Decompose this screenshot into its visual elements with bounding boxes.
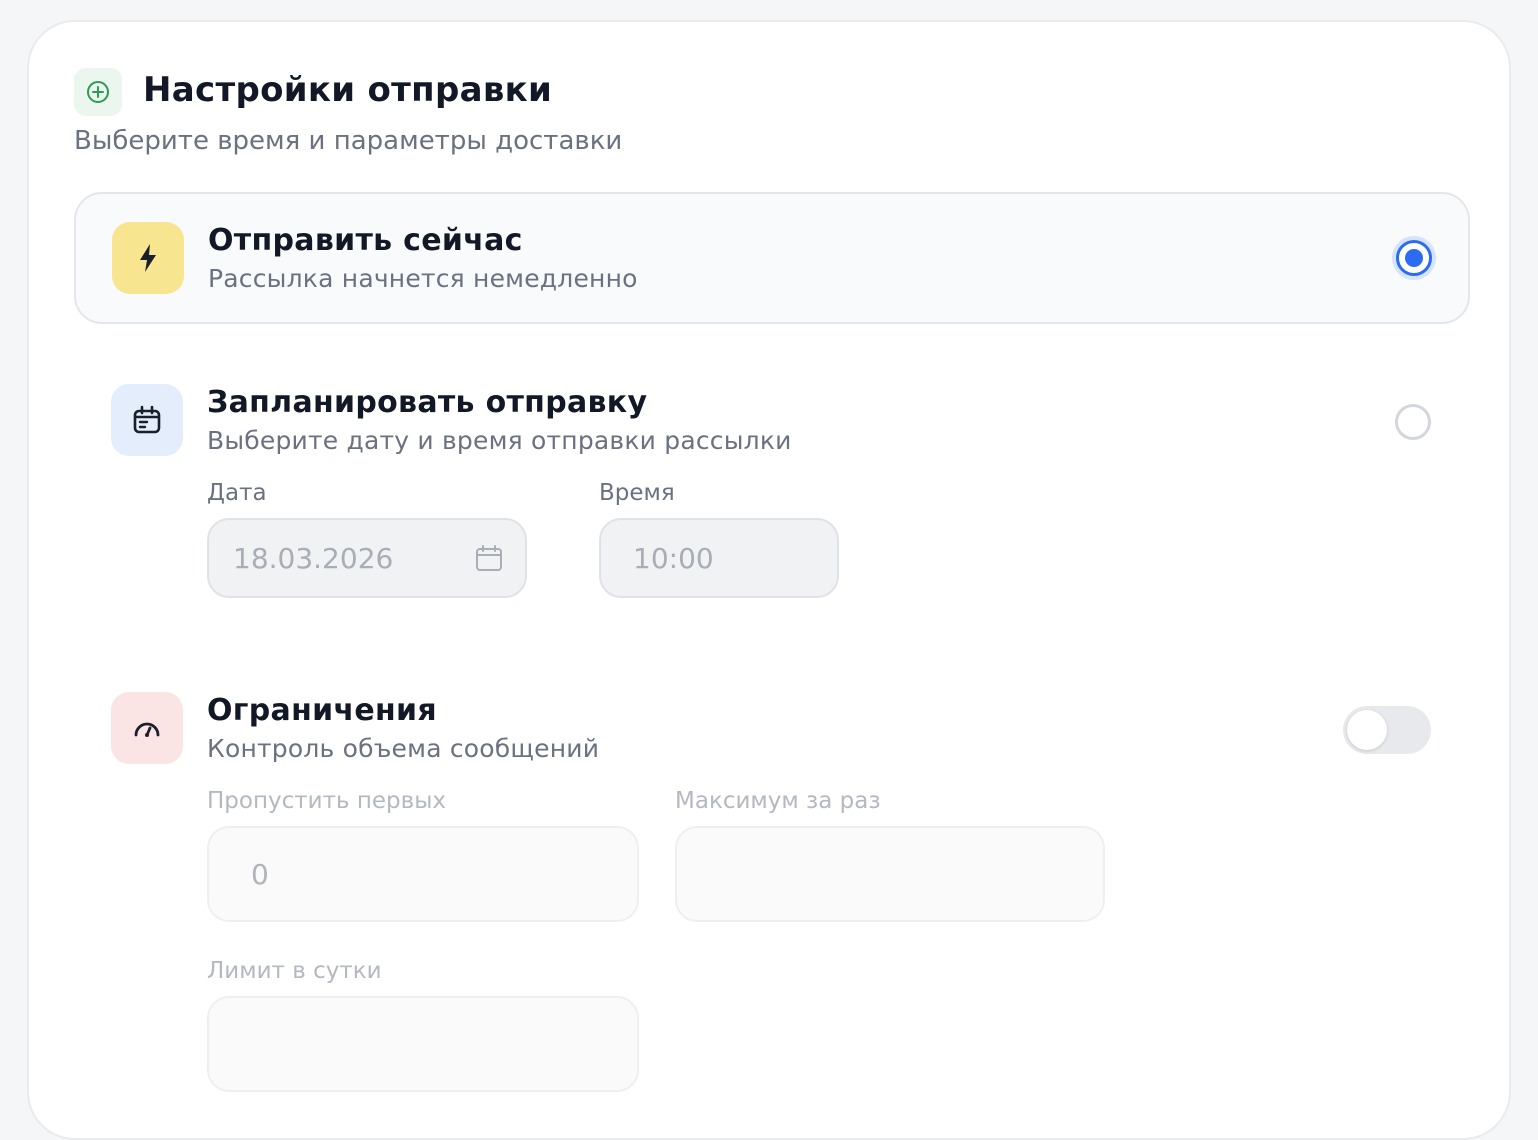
option-send-now[interactable]: Отправить сейчас Рассылка начнется немед… — [74, 192, 1470, 324]
page-subtitle: Выберите время и параметры доставки — [74, 126, 623, 156]
plus-circle-icon — [74, 68, 122, 116]
send-now-title: Отправить сейчас — [208, 223, 523, 258]
skip-first-input[interactable]: 0 — [207, 826, 639, 922]
time-value: 10:00 — [633, 541, 714, 575]
date-input[interactable]: 18.03.2026 — [207, 518, 527, 598]
schedule-description: Выберите дату и время отправки рассылки — [207, 426, 792, 455]
calendar-icon — [111, 384, 183, 456]
delivery-settings-card: Настройки отправки Выберите время и пара… — [27, 20, 1511, 1140]
skip-first-label: Пропустить первых — [207, 788, 446, 814]
time-label: Время — [599, 480, 675, 506]
date-value: 18.03.2026 — [233, 541, 394, 575]
schedule-radio[interactable] — [1395, 404, 1431, 440]
calendar-picker-icon[interactable] — [475, 544, 503, 579]
daily-limit-label: Лимит в сутки — [207, 958, 382, 984]
schedule-title: Запланировать отправку — [207, 385, 648, 420]
daily-limit-input[interactable] — [207, 996, 639, 1092]
limits-title: Ограничения — [207, 693, 437, 728]
limits-description: Контроль объема сообщений — [207, 734, 600, 763]
skip-first-value: 0 — [251, 857, 269, 891]
send-now-description: Рассылка начнется немедленно — [208, 264, 638, 293]
time-input[interactable]: 10:00 — [599, 518, 839, 598]
max-per-batch-label: Максимум за раз — [675, 788, 881, 814]
date-label: Дата — [207, 480, 267, 506]
limits-toggle-knob — [1347, 710, 1387, 750]
limits-toggle[interactable] — [1343, 706, 1431, 754]
gauge-icon — [111, 692, 183, 764]
page-title: Настройки отправки — [143, 70, 553, 110]
send-now-radio[interactable] — [1396, 240, 1432, 276]
max-per-batch-input[interactable] — [675, 826, 1105, 922]
lightning-icon — [112, 222, 184, 294]
